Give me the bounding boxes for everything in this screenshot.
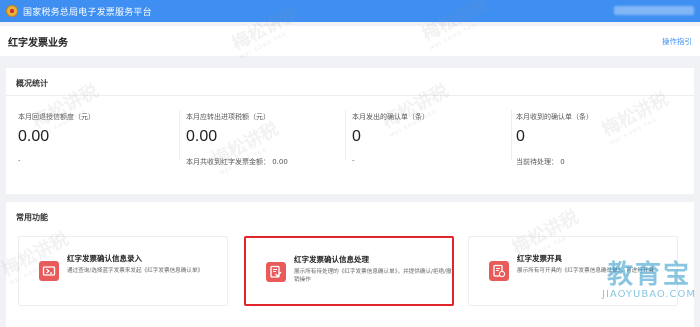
func-name: 红字发票确认信息处理 (294, 255, 369, 264)
divider (511, 110, 512, 160)
platform-title: 国家税务总局电子发票服务平台 (23, 7, 152, 18)
func-confirm-process[interactable]: 红字发票确认信息处理 展示所有待处理的《红字发票信息确认单》，并提供确认/拒绝/… (244, 236, 454, 306)
func-name: 红字发票确认信息录入 (67, 254, 142, 263)
stat-sub: 当前待处理： 0 (516, 158, 565, 166)
func-name: 红字发票开具 (517, 254, 562, 263)
divider (179, 110, 180, 160)
tax-emblem-icon (6, 5, 18, 17)
stat-sent-confirmations: 本月发出的确认单（条） 0 - (352, 112, 517, 182)
stat-sub: - (352, 157, 355, 165)
func-desc: 展示所有待处理的《红字发票信息确认单》，并提供确认/拒绝/撤销操作 (294, 269, 452, 283)
functions-title: 常用功能 (16, 213, 48, 222)
functions-card: 常用功能 红字发票确认信息录入 通过查询/选择蓝字发票来发起《红字发票信息确认单… (6, 202, 694, 327)
user-info[interactable] (614, 6, 694, 15)
func-confirm-entry[interactable]: 红字发票确认信息录入 通过查询/选择蓝字发票来发起《红字发票信息确认单》 (18, 236, 228, 306)
stat-value: 0 (352, 128, 361, 145)
stat-label: 本月回退授信额度（元） (18, 113, 95, 121)
stat-returned-credit: 本月回退授信额度（元） 0.00 - (18, 112, 183, 182)
stat-received-confirmations: 本月收到的确认单（条） 0 当前待处理： 0 (516, 112, 681, 182)
func-issue-invoice[interactable]: 红字发票开具 展示所有可开具的《红字发票信息确认单》，可进行开具 (468, 236, 678, 306)
invoice-entry-icon (39, 261, 59, 281)
divider (6, 95, 694, 96)
stat-input-tax-out: 本月应转出进项税额（元） 0.00 本月共收到红字发票金额： 0.00 (186, 112, 351, 182)
invoice-issue-icon (489, 261, 509, 281)
stat-label: 本月收到的确认单（条） (516, 113, 593, 121)
stat-value: 0.00 (186, 128, 218, 145)
operation-guide-link[interactable]: 操作指引 (662, 36, 692, 47)
stat-label: 本月应转出进项税额（元） (186, 113, 270, 121)
stat-sub: 本月共收到红字发票金额： 0.00 (186, 158, 288, 166)
func-desc: 通过查询/选择蓝字发票来发起《红字发票信息确认单》 (67, 268, 204, 274)
top-bar: 国家税务总局电子发票服务平台 (0, 0, 700, 22)
stat-value: 0.00 (18, 128, 50, 145)
divider (345, 110, 346, 160)
stat-sub: - (18, 157, 21, 165)
stat-label: 本月发出的确认单（条） (352, 113, 429, 121)
invoice-process-icon (266, 262, 286, 282)
stat-value: 0 (516, 128, 525, 145)
page-header: 红字发票业务 操作指引 (0, 26, 700, 56)
stats-card: 概况统计 本月回退授信额度（元） 0.00 - 本月应转出进项税额（元） 0.0… (6, 68, 694, 194)
func-desc: 展示所有可开具的《红字发票信息确认单》，可进行开具 (517, 268, 655, 274)
page-title: 红字发票业务 (8, 37, 68, 49)
stats-title: 概况统计 (16, 79, 48, 88)
